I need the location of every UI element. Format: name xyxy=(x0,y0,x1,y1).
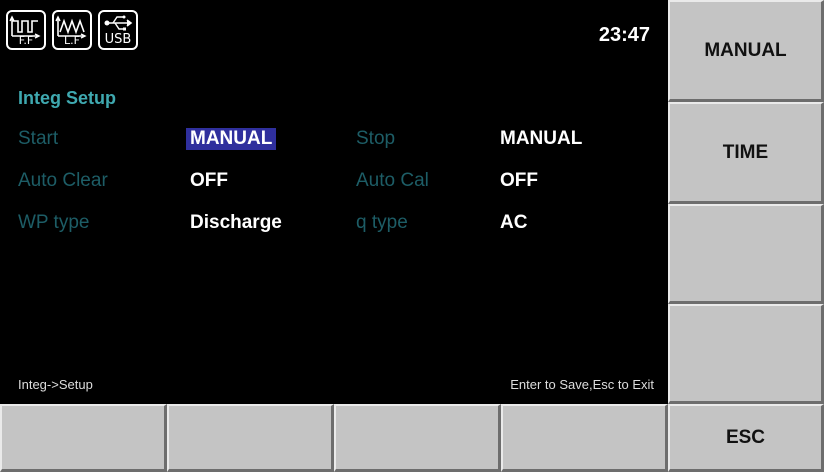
softkey-4-button[interactable] xyxy=(668,304,824,404)
clock: 23:47 xyxy=(598,24,650,46)
stop-label: Stop xyxy=(356,128,396,149)
instrument-screen: F.F L.F USB 23:47 Integ Setup Start MANU… xyxy=(0,0,668,405)
bottom-softkey-3-button[interactable] xyxy=(334,404,501,472)
start-label: Start xyxy=(18,128,59,149)
esc-button[interactable]: ESC xyxy=(668,404,824,472)
softkey-3-button[interactable] xyxy=(668,204,824,304)
status-hint: Enter to Save,Esc to Exit xyxy=(510,377,654,392)
param-row: Start MANUAL Stop MANUAL xyxy=(0,128,668,158)
ff-filter-label: F.F xyxy=(18,34,34,47)
auto-clear-label: Auto Clear xyxy=(18,170,108,191)
ff-filter-icon: F.F xyxy=(6,10,46,50)
auto-clear-value[interactable]: OFF xyxy=(190,170,228,192)
usb-label: USB xyxy=(104,32,132,47)
lf-filter-icon: L.F xyxy=(52,10,92,50)
q-type-label: q type xyxy=(356,212,408,233)
status-icons: F.F L.F USB xyxy=(6,10,138,50)
param-row: WP type Discharge q type AC xyxy=(0,212,668,242)
auto-cal-label: Auto Cal xyxy=(356,170,429,191)
lf-filter-label: L.F xyxy=(64,34,80,47)
softkey-manual-button[interactable]: MANUAL xyxy=(668,0,824,102)
usb-icon: USB xyxy=(98,10,138,50)
q-type-value[interactable]: AC xyxy=(500,212,527,234)
softkey-time-button[interactable]: TIME xyxy=(668,102,824,204)
breadcrumb: Integ->Setup xyxy=(18,377,93,392)
stop-value[interactable]: MANUAL xyxy=(500,128,582,150)
start-value[interactable]: MANUAL xyxy=(186,128,277,150)
wp-type-value[interactable]: Discharge xyxy=(190,212,282,234)
wp-type-label: WP type xyxy=(18,212,90,233)
param-row: Auto Clear OFF Auto Cal OFF xyxy=(0,170,668,200)
bottom-softkey-1-button[interactable] xyxy=(0,404,167,472)
page-title: Integ Setup xyxy=(18,88,116,108)
bottom-softkey-4-button[interactable] xyxy=(501,404,668,472)
bottom-softkey-2-button[interactable] xyxy=(167,404,334,472)
auto-cal-value[interactable]: OFF xyxy=(500,170,538,192)
